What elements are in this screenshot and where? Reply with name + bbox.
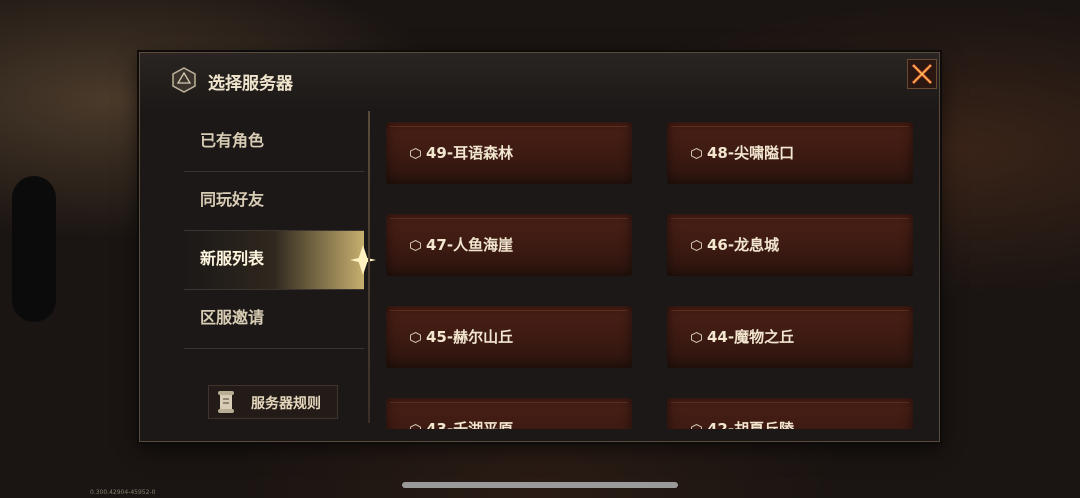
dialog-title: 选择服务器 [208, 74, 293, 94]
nav-divider [368, 111, 370, 423]
server-name: 49-耳语森林 [426, 144, 514, 162]
nav-menu: 已有角色 同玩好友 新服列表 区服邀请 [184, 113, 376, 349]
nav-item-label: 同玩好友 [200, 190, 265, 209]
die-icon [410, 424, 421, 429]
server-name: 44-魔物之丘 [707, 328, 795, 346]
scroll-icon [218, 391, 234, 413]
server-card[interactable]: 46-龙息城 [667, 214, 913, 276]
server-list[interactable]: 49-耳语森林 48-尖啸隘口 47-人鱼海崖 46-龙息城 45-赫尔山丘 4… [386, 119, 926, 429]
active-indicator-icon [350, 245, 376, 275]
server-card[interactable]: 48-尖啸隘口 [667, 122, 913, 184]
nav-item-label: 区服邀请 [200, 308, 265, 327]
server-card[interactable]: 43-千湖平原 [386, 398, 632, 429]
server-card[interactable]: 44-魔物之丘 [667, 306, 913, 368]
home-indicator[interactable] [402, 482, 678, 488]
die-icon [691, 240, 702, 251]
nav-item-existing-characters[interactable]: 已有角色 [184, 113, 364, 172]
server-name: 42-胡夏丘陵 [707, 420, 795, 429]
nav-item-friends[interactable]: 同玩好友 [184, 172, 364, 231]
side-handle[interactable] [12, 176, 56, 322]
die-icon [691, 332, 702, 343]
die-icon [410, 148, 421, 159]
nav-item-new-servers[interactable]: 新服列表 [184, 231, 376, 290]
server-name: 43-千湖平原 [426, 420, 514, 429]
version-text: 0.300.42904-45952-0 [90, 489, 156, 496]
die-icon [691, 424, 702, 429]
server-name: 46-龙息城 [707, 236, 780, 254]
d20-die-icon [172, 67, 196, 93]
server-rules-label: 服务器规则 [251, 396, 321, 412]
server-card[interactable]: 49-耳语森林 [386, 122, 632, 184]
dialog-header: 选择服务器 [140, 53, 939, 111]
close-x-icon [911, 63, 933, 85]
server-card[interactable]: 47-人鱼海崖 [386, 214, 632, 276]
server-name: 47-人鱼海崖 [426, 236, 514, 254]
die-icon [691, 148, 702, 159]
server-select-dialog: 选择服务器 已有角色 同玩好友 新服列表 区服邀请 服务器规则 49-耳语森林 … [139, 52, 940, 442]
nav-item-label: 新服列表 [200, 249, 265, 268]
server-rules-button[interactable]: 服务器规则 [208, 385, 338, 419]
server-card[interactable]: 45-赫尔山丘 [386, 306, 632, 368]
die-icon [410, 332, 421, 343]
nav-item-server-invite[interactable]: 区服邀请 [184, 290, 364, 349]
close-button[interactable] [907, 59, 937, 89]
server-name: 48-尖啸隘口 [707, 144, 795, 162]
die-icon [410, 240, 421, 251]
server-card[interactable]: 42-胡夏丘陵 [667, 398, 913, 429]
server-name: 45-赫尔山丘 [426, 328, 514, 346]
nav-item-label: 已有角色 [200, 131, 265, 150]
